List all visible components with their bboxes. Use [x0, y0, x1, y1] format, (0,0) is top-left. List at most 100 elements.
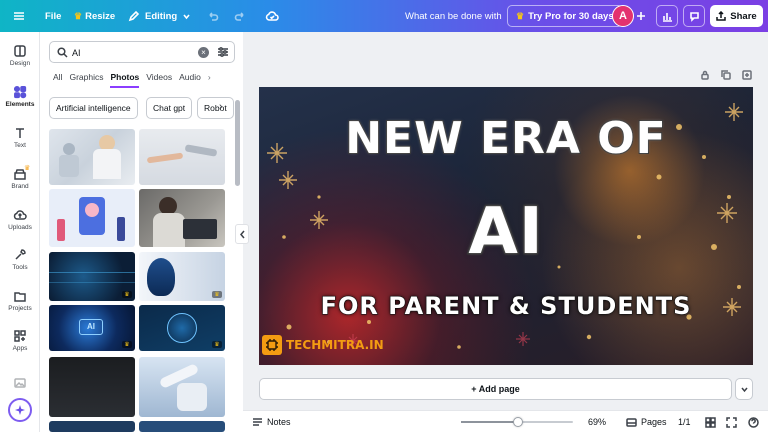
panel-scrollbar[interactable] — [235, 100, 240, 186]
search-box[interactable]: × — [49, 41, 235, 63]
rail-item-text[interactable]: Text — [0, 126, 40, 149]
rail-item-image[interactable] — [0, 376, 40, 390]
add-collaborator-button[interactable] — [636, 0, 646, 32]
chip-robot[interactable]: Robot — [197, 97, 234, 119]
photo-thumbnail[interactable] — [49, 189, 135, 247]
zoom-slider-fill — [461, 421, 519, 423]
elements-panel: × All Graphics Photos Videos Audio › Art… — [40, 32, 243, 432]
tab-audio[interactable]: Audio — [179, 72, 201, 88]
avatar[interactable]: A — [612, 5, 634, 27]
apps-icon — [14, 330, 26, 342]
page-count[interactable]: 1/1 — [678, 411, 691, 432]
chip-artificial-intelligence[interactable]: Artificial intelligence — [49, 97, 138, 119]
notes-button[interactable]: Notes — [252, 411, 291, 432]
tabs-scroll-right-icon[interactable]: › — [208, 72, 211, 88]
lock-icon[interactable] — [700, 70, 710, 80]
text-icon — [16, 128, 24, 138]
photo-thumbnail[interactable] — [139, 129, 225, 185]
add-page-button[interactable]: + Add page — [259, 378, 732, 400]
filter-icon[interactable] — [217, 46, 229, 58]
rail-item-tools[interactable]: Tools — [0, 248, 40, 271]
search-input[interactable] — [72, 46, 192, 59]
chart-icon — [662, 12, 672, 22]
rail-item-projects[interactable]: Projects — [0, 289, 40, 312]
uploads-icon — [13, 210, 27, 220]
resize-button[interactable]: ♛ Resize — [74, 0, 115, 32]
rail-item-design[interactable]: Design — [0, 44, 40, 67]
photo-thumbnail[interactable] — [139, 421, 225, 432]
sparkle-icon — [15, 405, 25, 415]
left-rail: Design Elements Text Brand ♛ Uploads Too… — [0, 32, 40, 432]
design-ai-text[interactable]: AI — [259, 194, 753, 271]
photo-thumbnail[interactable] — [49, 129, 135, 185]
photo-thumbnail[interactable] — [49, 357, 135, 417]
pages-button[interactable]: Pages — [626, 411, 667, 432]
insights-button[interactable] — [656, 5, 678, 27]
duplicate-icon[interactable] — [721, 70, 731, 80]
chip-chat-gpt[interactable]: Chat gpt — [146, 97, 193, 119]
chevron-left-icon — [239, 230, 245, 238]
photo-thumbnail[interactable] — [49, 421, 135, 432]
design-subline[interactable]: FOR PARENT & STUDENTS — [259, 291, 753, 320]
rail-item-elements[interactable]: Elements — [0, 85, 40, 108]
comments-button[interactable] — [683, 5, 705, 27]
photo-thumbnail[interactable] — [139, 189, 225, 247]
tab-graphics[interactable]: Graphics — [69, 72, 103, 88]
menu-button[interactable] — [12, 0, 26, 32]
help-icon — [748, 416, 759, 428]
add-page-dropdown[interactable] — [735, 378, 753, 400]
brand-text: TECHMITRA.IN — [286, 338, 384, 352]
premium-crown-icon: ♛ — [212, 291, 222, 298]
zoom-slider-knob[interactable] — [513, 417, 524, 427]
tab-all[interactable]: All — [53, 72, 62, 88]
collapse-panel-button[interactable] — [235, 224, 249, 244]
photo-thumbnail[interactable]: ♛ — [139, 252, 225, 301]
photo-thumbnail[interactable]: AI ♛ — [49, 305, 135, 351]
prompt-text[interactable]: What can be done with — [405, 0, 502, 32]
page-tools — [700, 70, 752, 80]
share-button[interactable]: Share — [710, 5, 763, 27]
projects-icon — [14, 292, 26, 302]
rail-item-brand[interactable]: Brand ♛ — [0, 165, 40, 190]
crown-icon: ♛ — [74, 10, 83, 21]
design-canvas[interactable]: NEW ERA OF AI FOR PARENT & STUDENTS TECH… — [259, 87, 753, 365]
file-menu[interactable]: File — [45, 0, 61, 32]
rail-item-uploads[interactable]: Uploads — [0, 208, 40, 231]
rail-item-apps[interactable]: Apps — [0, 329, 40, 352]
zoom-level[interactable]: 69% — [588, 411, 606, 432]
premium-crown-icon: ♛ — [212, 341, 222, 348]
undo-button[interactable] — [207, 0, 219, 32]
try-pro-button[interactable]: ♛ Try Pro for 30 days — [507, 5, 623, 27]
clear-search-icon[interactable]: × — [198, 47, 209, 58]
rail-item-label: Tools — [12, 264, 28, 271]
pages-icon — [626, 417, 637, 427]
editing-label: Editing — [145, 10, 178, 22]
crown-icon: ♛ — [24, 165, 31, 172]
photo-thumbnail[interactable] — [139, 357, 225, 417]
menu-icon — [14, 12, 24, 20]
redo-button[interactable] — [234, 0, 246, 32]
zoom-slider[interactable] — [461, 417, 573, 427]
brand-watermark[interactable]: TECHMITRA.IN — [262, 335, 384, 355]
photo-thumbnail[interactable]: ♛ — [139, 305, 225, 351]
chips-scroll-right-icon[interactable]: › — [219, 101, 223, 113]
fullscreen-button[interactable] — [726, 411, 737, 432]
tab-photos[interactable]: Photos — [110, 72, 140, 88]
add-page-icon[interactable] — [742, 70, 752, 80]
undo-icon — [209, 12, 219, 21]
design-headline[interactable]: NEW ERA OF — [259, 112, 753, 165]
magic-assistant-button[interactable] — [8, 398, 32, 422]
cloud-save-status[interactable] — [265, 0, 279, 32]
cloud-save-icon — [265, 11, 279, 21]
tab-videos[interactable]: Videos — [146, 72, 172, 88]
rail-item-label: Text — [14, 142, 26, 149]
photo-thumbnail[interactable]: ♛ — [49, 252, 135, 301]
suggestion-chips: Artificial intelligence Chat gpt Robot — [49, 97, 235, 119]
rail-item-label: Elements — [5, 101, 35, 108]
help-button[interactable] — [748, 411, 759, 432]
comment-icon — [689, 11, 699, 22]
pages-label: Pages — [641, 417, 667, 427]
editing-mode-button[interactable]: Editing — [128, 0, 191, 32]
panel-tabs: All Graphics Photos Videos Audio › — [53, 72, 211, 88]
grid-view-button[interactable] — [705, 411, 716, 432]
